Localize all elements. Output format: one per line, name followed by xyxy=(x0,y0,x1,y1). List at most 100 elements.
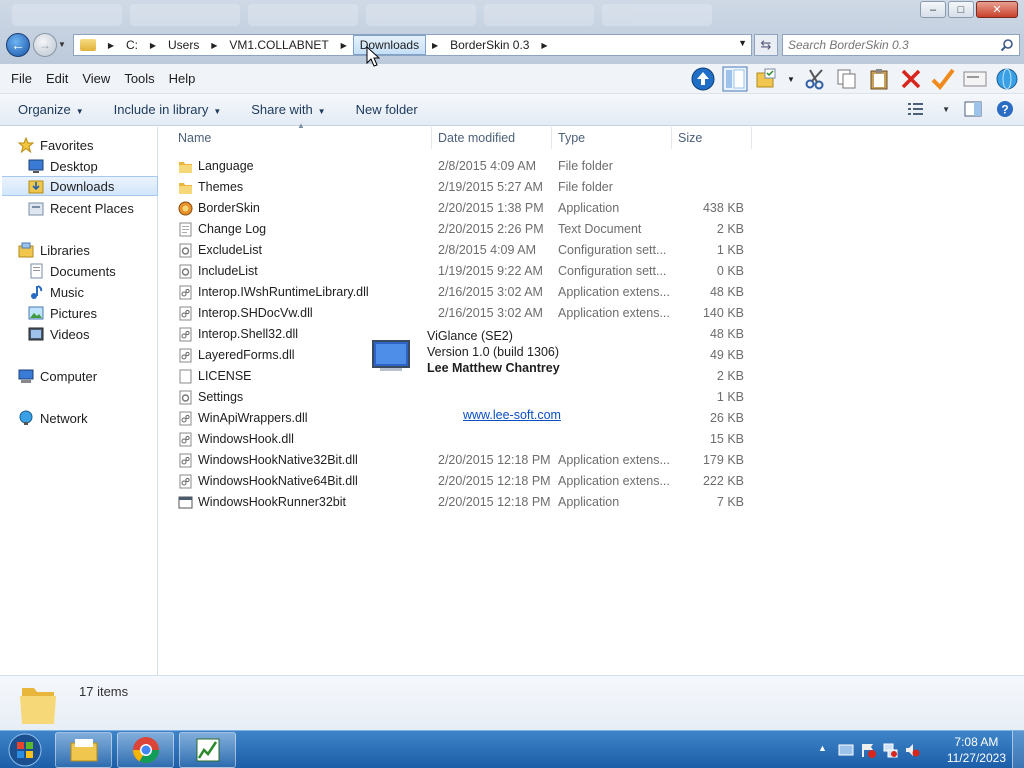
show-hidden-icons-icon[interactable]: ▲ xyxy=(818,743,834,759)
chevron-right-icon[interactable]: ▶ xyxy=(535,41,553,50)
cut-icon[interactable] xyxy=(802,66,828,92)
breadcrumb-users[interactable]: Users xyxy=(162,38,205,52)
search-icon[interactable] xyxy=(1000,38,1014,52)
file-size: 48 KB xyxy=(709,327,744,341)
menu-file[interactable]: File xyxy=(4,71,39,86)
minimize-button[interactable]: – xyxy=(920,1,946,18)
address-bar[interactable]: ▶ C: ▶ Users ▶ VM1.COLLABNET ▶ Downloads… xyxy=(73,34,752,56)
menu-edit[interactable]: Edit xyxy=(39,71,75,86)
volume-muted-icon[interactable] xyxy=(904,742,920,758)
search-input[interactable] xyxy=(788,38,998,52)
file-date-modified: 2/8/2015 4:09 AM xyxy=(438,243,536,257)
menu-view[interactable]: View xyxy=(75,71,117,86)
nav-downloads[interactable]: Downloads xyxy=(2,176,158,196)
recent-places-icon xyxy=(28,202,44,216)
nav-libraries[interactable]: Libraries xyxy=(18,240,174,260)
organize-button[interactable]: Organize ▼ xyxy=(0,102,96,117)
maximize-button[interactable]: □ xyxy=(948,1,974,18)
system-clock[interactable]: 7:08 AM 11/27/2023 xyxy=(947,734,1006,766)
nav-network[interactable]: Network xyxy=(18,408,174,428)
computer-icon xyxy=(18,369,34,383)
navigation-pane: Favorites Desktop Downloads Recent Place… xyxy=(0,127,158,675)
file-row[interactable]: IncludeList 1/19/2015 9:22 AM Configuratio… xyxy=(172,261,752,282)
action-center-icon[interactable] xyxy=(838,742,854,758)
chevron-down-icon[interactable]: ▼ xyxy=(738,38,747,48)
file-name: Themes xyxy=(198,180,244,194)
properties-icon[interactable] xyxy=(962,66,988,92)
preview-pane-icon[interactable] xyxy=(722,66,748,92)
file-row[interactable]: WindowsHookNative64Bit.dll 2/20/2015 12:1… xyxy=(172,471,752,492)
chevron-right-icon[interactable]: ▶ xyxy=(426,41,444,50)
network-icon xyxy=(19,410,33,425)
menu-help[interactable]: Help xyxy=(162,71,203,86)
close-button[interactable]: ✕ xyxy=(976,1,1018,18)
menu-tools[interactable]: Tools xyxy=(117,71,161,86)
include-in-library-button[interactable]: Include in library ▼ xyxy=(96,102,234,117)
back-button[interactable]: ← xyxy=(6,33,30,57)
splash-website-link[interactable]: www.lee-soft.com xyxy=(463,408,561,422)
chevron-right-icon[interactable]: ▶ xyxy=(102,41,120,50)
start-button[interactable] xyxy=(4,732,46,768)
chevron-right-icon[interactable]: ▶ xyxy=(335,41,353,50)
column-header-size[interactable]: Size xyxy=(672,127,752,149)
column-header-date[interactable]: Date modified xyxy=(432,127,552,149)
config-file-icon xyxy=(179,390,192,405)
copy-icon[interactable] xyxy=(834,66,860,92)
network-tray-icon[interactable] xyxy=(882,742,898,758)
taskbar-chrome[interactable] xyxy=(117,732,174,768)
command-bar: Organize ▼ Include in library ▼ Share with… xyxy=(0,94,1024,126)
new-folder-button[interactable]: New folder xyxy=(338,102,430,117)
file-row[interactable]: WindowsHookNative32Bit.dll 2/20/2015 12:1… xyxy=(172,450,752,471)
column-header-type[interactable]: Type xyxy=(552,127,672,149)
folder-icon xyxy=(20,688,56,724)
help-icon[interactable]: ? xyxy=(996,100,1014,118)
file-size: 49 KB xyxy=(709,348,744,362)
file-row[interactable]: ExcludeList 2/8/2015 4:09 AM Configuration… xyxy=(172,240,752,261)
recent-pages-dropdown[interactable]: ▼ xyxy=(58,40,66,49)
globe-icon[interactable] xyxy=(994,66,1020,92)
checkmark-icon[interactable] xyxy=(930,66,956,92)
background-tabs xyxy=(12,4,912,30)
nav-favorites[interactable]: Favorites xyxy=(18,135,174,155)
chevron-down-icon[interactable]: ▼ xyxy=(942,105,950,114)
show-desktop-button[interactable] xyxy=(1012,731,1024,768)
delete-icon[interactable] xyxy=(898,66,924,92)
file-type: Application extens... xyxy=(558,474,670,488)
taskbar: ▲ 7:08 AM 11/27/2023 xyxy=(0,730,1024,768)
splash-title: ViGlance (SE2) xyxy=(427,329,513,343)
splash-author: Lee Matthew Chantrey xyxy=(427,361,560,375)
file-row[interactable]: WindowsHookRunner32bit 2/20/2015 12:18 PM… xyxy=(172,492,752,513)
file-row[interactable]: Interop.IWshRuntimeLibrary.dll 2/16/2015 … xyxy=(172,282,752,303)
up-folder-icon[interactable] xyxy=(690,66,716,92)
folder-options-icon[interactable] xyxy=(754,66,780,92)
text-file-icon xyxy=(179,222,192,237)
file-row[interactable]: Themes 2/19/2015 5:27 AM File folder xyxy=(172,177,752,198)
breadcrumb-c-drive[interactable]: C: xyxy=(120,38,144,52)
file-row[interactable]: Language 2/8/2015 4:09 AM File folder xyxy=(172,156,752,177)
file-size: 1 KB xyxy=(716,390,744,404)
column-header-name[interactable]: Name xyxy=(172,127,432,149)
file-row[interactable]: Interop.SHDocVw.dll 2/16/2015 3:02 AM Appl… xyxy=(172,303,752,324)
breadcrumb-borderskin[interactable]: BorderSkin 0.3 xyxy=(444,38,535,52)
paste-icon[interactable] xyxy=(866,66,892,92)
taskbar-app[interactable] xyxy=(179,732,236,768)
breadcrumb-downloads[interactable]: Downloads xyxy=(352,35,427,55)
taskbar-explorer[interactable] xyxy=(55,732,112,768)
search-box[interactable] xyxy=(782,34,1020,56)
refresh-button[interactable]: ⇆ xyxy=(754,34,778,56)
breadcrumb-user-folder[interactable]: VM1.COLLABNET xyxy=(223,38,334,52)
file-type: Application extens... xyxy=(558,285,670,299)
preview-pane-toggle-icon[interactable] xyxy=(964,101,982,117)
file-type: Configuration sett... xyxy=(558,264,667,278)
nav-computer[interactable]: Computer xyxy=(18,366,174,386)
forward-button[interactable]: → xyxy=(33,33,57,57)
file-row[interactable]: BorderSkin 2/20/2015 1:38 PM Application 43… xyxy=(172,198,752,219)
file-row[interactable]: Change Log 2/20/2015 2:26 PM Text Document… xyxy=(172,219,752,240)
chevron-down-icon[interactable]: ▼ xyxy=(786,66,796,92)
chevron-right-icon[interactable]: ▶ xyxy=(205,41,223,50)
flag-warning-icon[interactable] xyxy=(860,742,876,758)
share-with-button[interactable]: Share with ▼ xyxy=(233,102,337,117)
change-view-icon[interactable] xyxy=(908,102,928,116)
chevron-right-icon[interactable]: ▶ xyxy=(144,41,162,50)
file-name: Change Log xyxy=(198,222,267,236)
